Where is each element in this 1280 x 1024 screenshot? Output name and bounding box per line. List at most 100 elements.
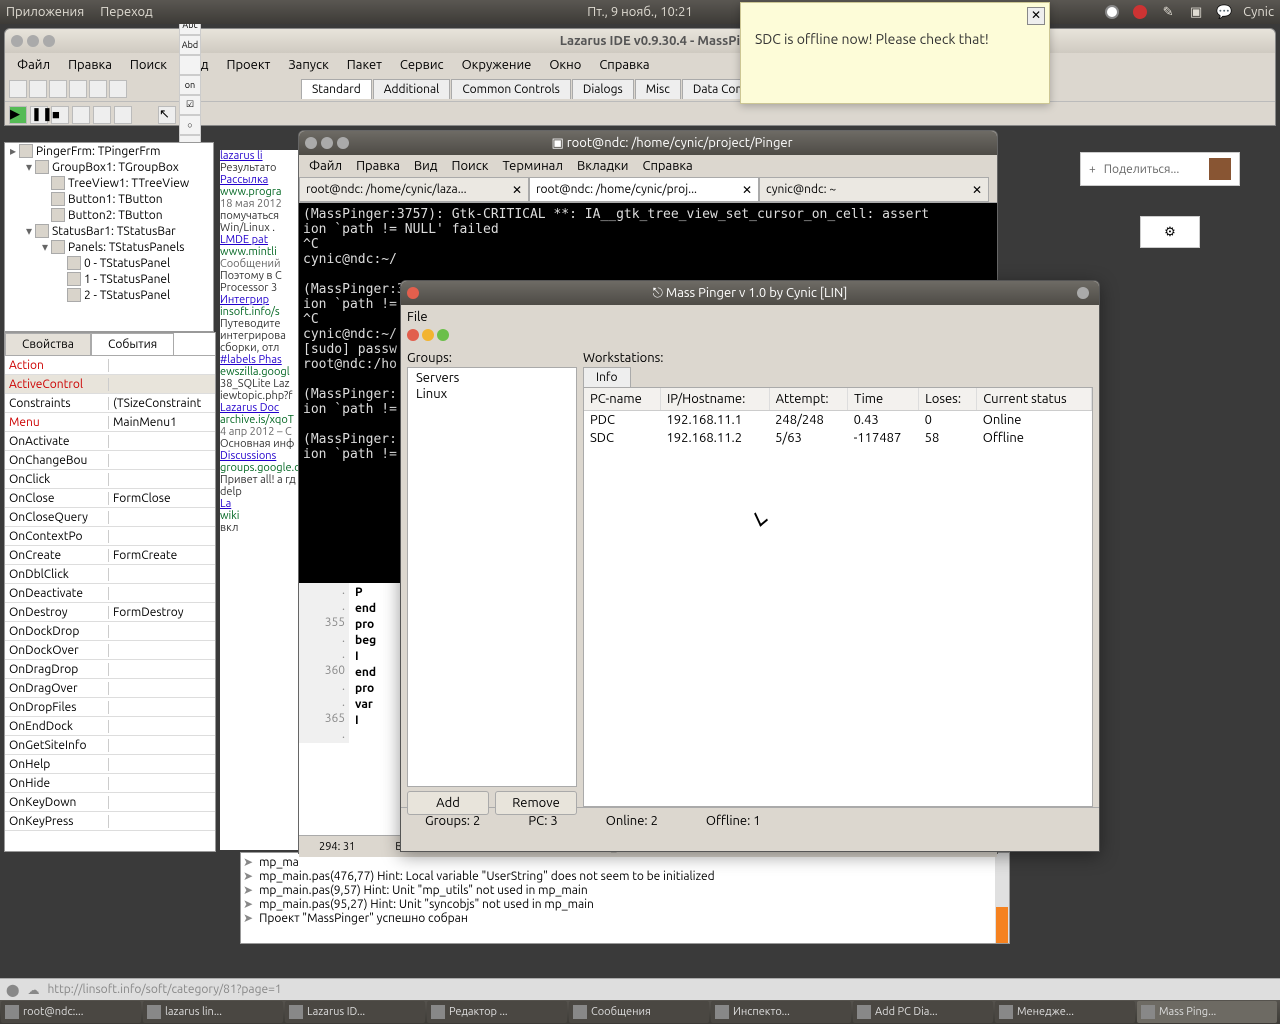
property-row[interactable]: OnGetSiteInfo xyxy=(5,736,215,755)
component-icon[interactable]: ☑ xyxy=(179,95,201,115)
pointer-icon[interactable]: ↖ xyxy=(158,106,176,124)
menu-item[interactable]: Справка xyxy=(591,56,657,74)
menu-item[interactable]: Терминал xyxy=(496,157,568,175)
new-icon[interactable] xyxy=(9,80,27,98)
tab-properties[interactable]: Свойства xyxy=(5,333,91,355)
property-row[interactable]: OnDockOver xyxy=(5,641,215,660)
message-line[interactable]: ➤mp_main.pas(9,57) Hint: Unit "mp_utils"… xyxy=(243,883,1007,897)
tree-item[interactable]: 2 - TStatusPanel xyxy=(5,287,213,303)
property-row[interactable]: OnKeyDown xyxy=(5,793,215,812)
messages-panel[interactable]: ➤mp_ma➤mp_main.pas(476,77) Hint: Local v… xyxy=(240,852,1010,944)
component-tab[interactable]: Additional xyxy=(373,79,451,99)
workstations-table[interactable]: PC-nameIP/Hostname:Attempt:TimeLoses:Cur… xyxy=(583,387,1093,807)
mp-titlebar[interactable]: ⎋ Mass Pinger v 1.0 by Cynic [LIN] xyxy=(401,281,1099,305)
chat-icon[interactable]: 💬 xyxy=(1215,3,1233,21)
property-row[interactable]: OnDragOver xyxy=(5,679,215,698)
property-row[interactable]: OnClick xyxy=(5,470,215,489)
tab-info[interactable]: Info xyxy=(583,367,631,387)
message-line[interactable]: ➤Проект "MassPinger" успешно собран xyxy=(243,911,1007,925)
component-tab[interactable]: Standard xyxy=(301,79,372,99)
component-icon[interactable] xyxy=(179,55,201,75)
unit-icon[interactable] xyxy=(109,80,127,98)
step-out-icon[interactable] xyxy=(114,106,132,124)
property-row[interactable]: OnEndDock xyxy=(5,717,215,736)
taskbar-item[interactable]: Lazarus ID... xyxy=(285,1001,425,1023)
column-header[interactable]: Attempt: xyxy=(769,388,847,411)
tree-item[interactable]: ▸PingerFrm: TPingerFrm xyxy=(5,143,213,159)
run-icon[interactable]: ▶ xyxy=(9,106,27,124)
property-row[interactable]: Constraints(TSizeConstraint xyxy=(5,394,215,413)
pause-icon[interactable]: ❚❚ xyxy=(30,106,48,124)
menu-item[interactable]: Проект xyxy=(218,56,278,74)
property-row[interactable]: OnCloseQuery xyxy=(5,508,215,527)
folder-icon[interactable]: ▣ xyxy=(1187,3,1205,21)
window-min-icon[interactable] xyxy=(1077,287,1089,299)
form-icon[interactable] xyxy=(89,80,107,98)
menu-item[interactable]: Правка xyxy=(350,157,406,175)
column-header[interactable]: Time xyxy=(848,388,919,411)
property-row[interactable]: OnDragDrop xyxy=(5,660,215,679)
menu-item[interactable]: Окружение xyxy=(454,56,540,74)
property-row[interactable]: OnDblClick xyxy=(5,565,215,584)
window-close-icon[interactable] xyxy=(11,35,23,47)
window-max-icon[interactable] xyxy=(43,35,55,47)
taskbar-item[interactable]: Менедже... xyxy=(995,1001,1135,1023)
tree-item[interactable]: Button1: TButton xyxy=(5,191,213,207)
pen-icon[interactable]: ✎ xyxy=(1159,3,1177,21)
mail-icon[interactable] xyxy=(1103,3,1121,21)
groups-list[interactable]: ServersLinux xyxy=(407,367,577,787)
component-tab[interactable]: Misc xyxy=(635,79,681,99)
column-header[interactable]: IP/Hostname: xyxy=(660,388,769,411)
terminal-tab[interactable]: root@ndc: /home/cynic/laza...✕ xyxy=(299,177,529,202)
window-max-icon[interactable] xyxy=(337,137,349,149)
menu-item[interactable]: Поиск xyxy=(445,157,494,175)
taskbar-item[interactable]: Инспекто... xyxy=(711,1001,851,1023)
terminal-tab[interactable]: cynic@ndc: ~✕ xyxy=(759,177,989,202)
tab-events[interactable]: События xyxy=(91,333,174,355)
menu-item[interactable]: Окно xyxy=(541,56,589,74)
column-header[interactable]: Current status xyxy=(977,388,1092,411)
property-row[interactable]: OnDeactivate xyxy=(5,584,215,603)
property-row[interactable]: ActiveControl xyxy=(5,375,215,394)
property-row[interactable]: OnHelp xyxy=(5,755,215,774)
tree-item[interactable]: 1 - TStatusPanel xyxy=(5,271,213,287)
property-row[interactable]: OnHide xyxy=(5,774,215,793)
component-icon[interactable]: ○ xyxy=(179,115,201,135)
taskbar-item[interactable]: Mass Ping... xyxy=(1137,1001,1277,1023)
property-row[interactable]: OnCreateFormCreate xyxy=(5,546,215,565)
user-label[interactable]: Cynic xyxy=(1243,5,1274,19)
menu-item[interactable]: Сервис xyxy=(392,56,452,74)
tree-item[interactable]: ▾Panels: TStatusPanels xyxy=(5,239,213,255)
property-row[interactable]: MenuMainMenu1 xyxy=(5,413,215,432)
property-row[interactable]: OnKeyPress xyxy=(5,812,215,831)
add-button[interactable]: Add xyxy=(407,791,489,815)
tree-item[interactable]: Button2: TButton xyxy=(5,207,213,223)
window-close-icon[interactable] xyxy=(305,137,317,149)
stop-icon[interactable]: ■ xyxy=(51,106,69,124)
component-tab[interactable]: Dialogs xyxy=(572,79,634,99)
menu-item[interactable]: Правка xyxy=(60,56,120,74)
open-icon[interactable] xyxy=(29,80,47,98)
taskbar-item[interactable]: Редактор ... xyxy=(427,1001,567,1023)
terminal-tab[interactable]: root@ndc: /home/cynic/proj...✕ xyxy=(529,177,759,202)
component-tab[interactable]: Common Controls xyxy=(451,79,571,99)
taskbar-item[interactable]: Add PC Dia... xyxy=(853,1001,993,1023)
list-item[interactable]: Linux xyxy=(410,386,574,402)
property-row[interactable]: OnContextPo xyxy=(5,527,215,546)
table-row[interactable]: SDC192.168.11.25/63-11748758Offline xyxy=(584,429,1092,447)
remove-button[interactable]: Remove xyxy=(495,791,577,815)
menu-applications[interactable]: Приложения xyxy=(6,5,84,19)
property-row[interactable]: OnCloseFormClose xyxy=(5,489,215,508)
table-row[interactable]: PDC192.168.11.1248/2480.430Online xyxy=(584,411,1092,430)
saveall-icon[interactable] xyxy=(69,80,87,98)
shield-icon[interactable] xyxy=(1131,3,1149,21)
menu-item[interactable]: Вкладки xyxy=(571,157,635,175)
taskbar-item[interactable]: root@ndc:... xyxy=(1,1001,141,1023)
property-row[interactable]: Action xyxy=(5,356,215,375)
save-icon[interactable] xyxy=(49,80,67,98)
list-item[interactable]: Servers xyxy=(410,370,574,386)
tree-item[interactable]: 0 - TStatusPanel xyxy=(5,255,213,271)
tree-item[interactable]: ▾StatusBar1: TStatusBar xyxy=(5,223,213,239)
property-row[interactable]: OnDestroyFormDestroy xyxy=(5,603,215,622)
avatar[interactable] xyxy=(1209,158,1231,180)
